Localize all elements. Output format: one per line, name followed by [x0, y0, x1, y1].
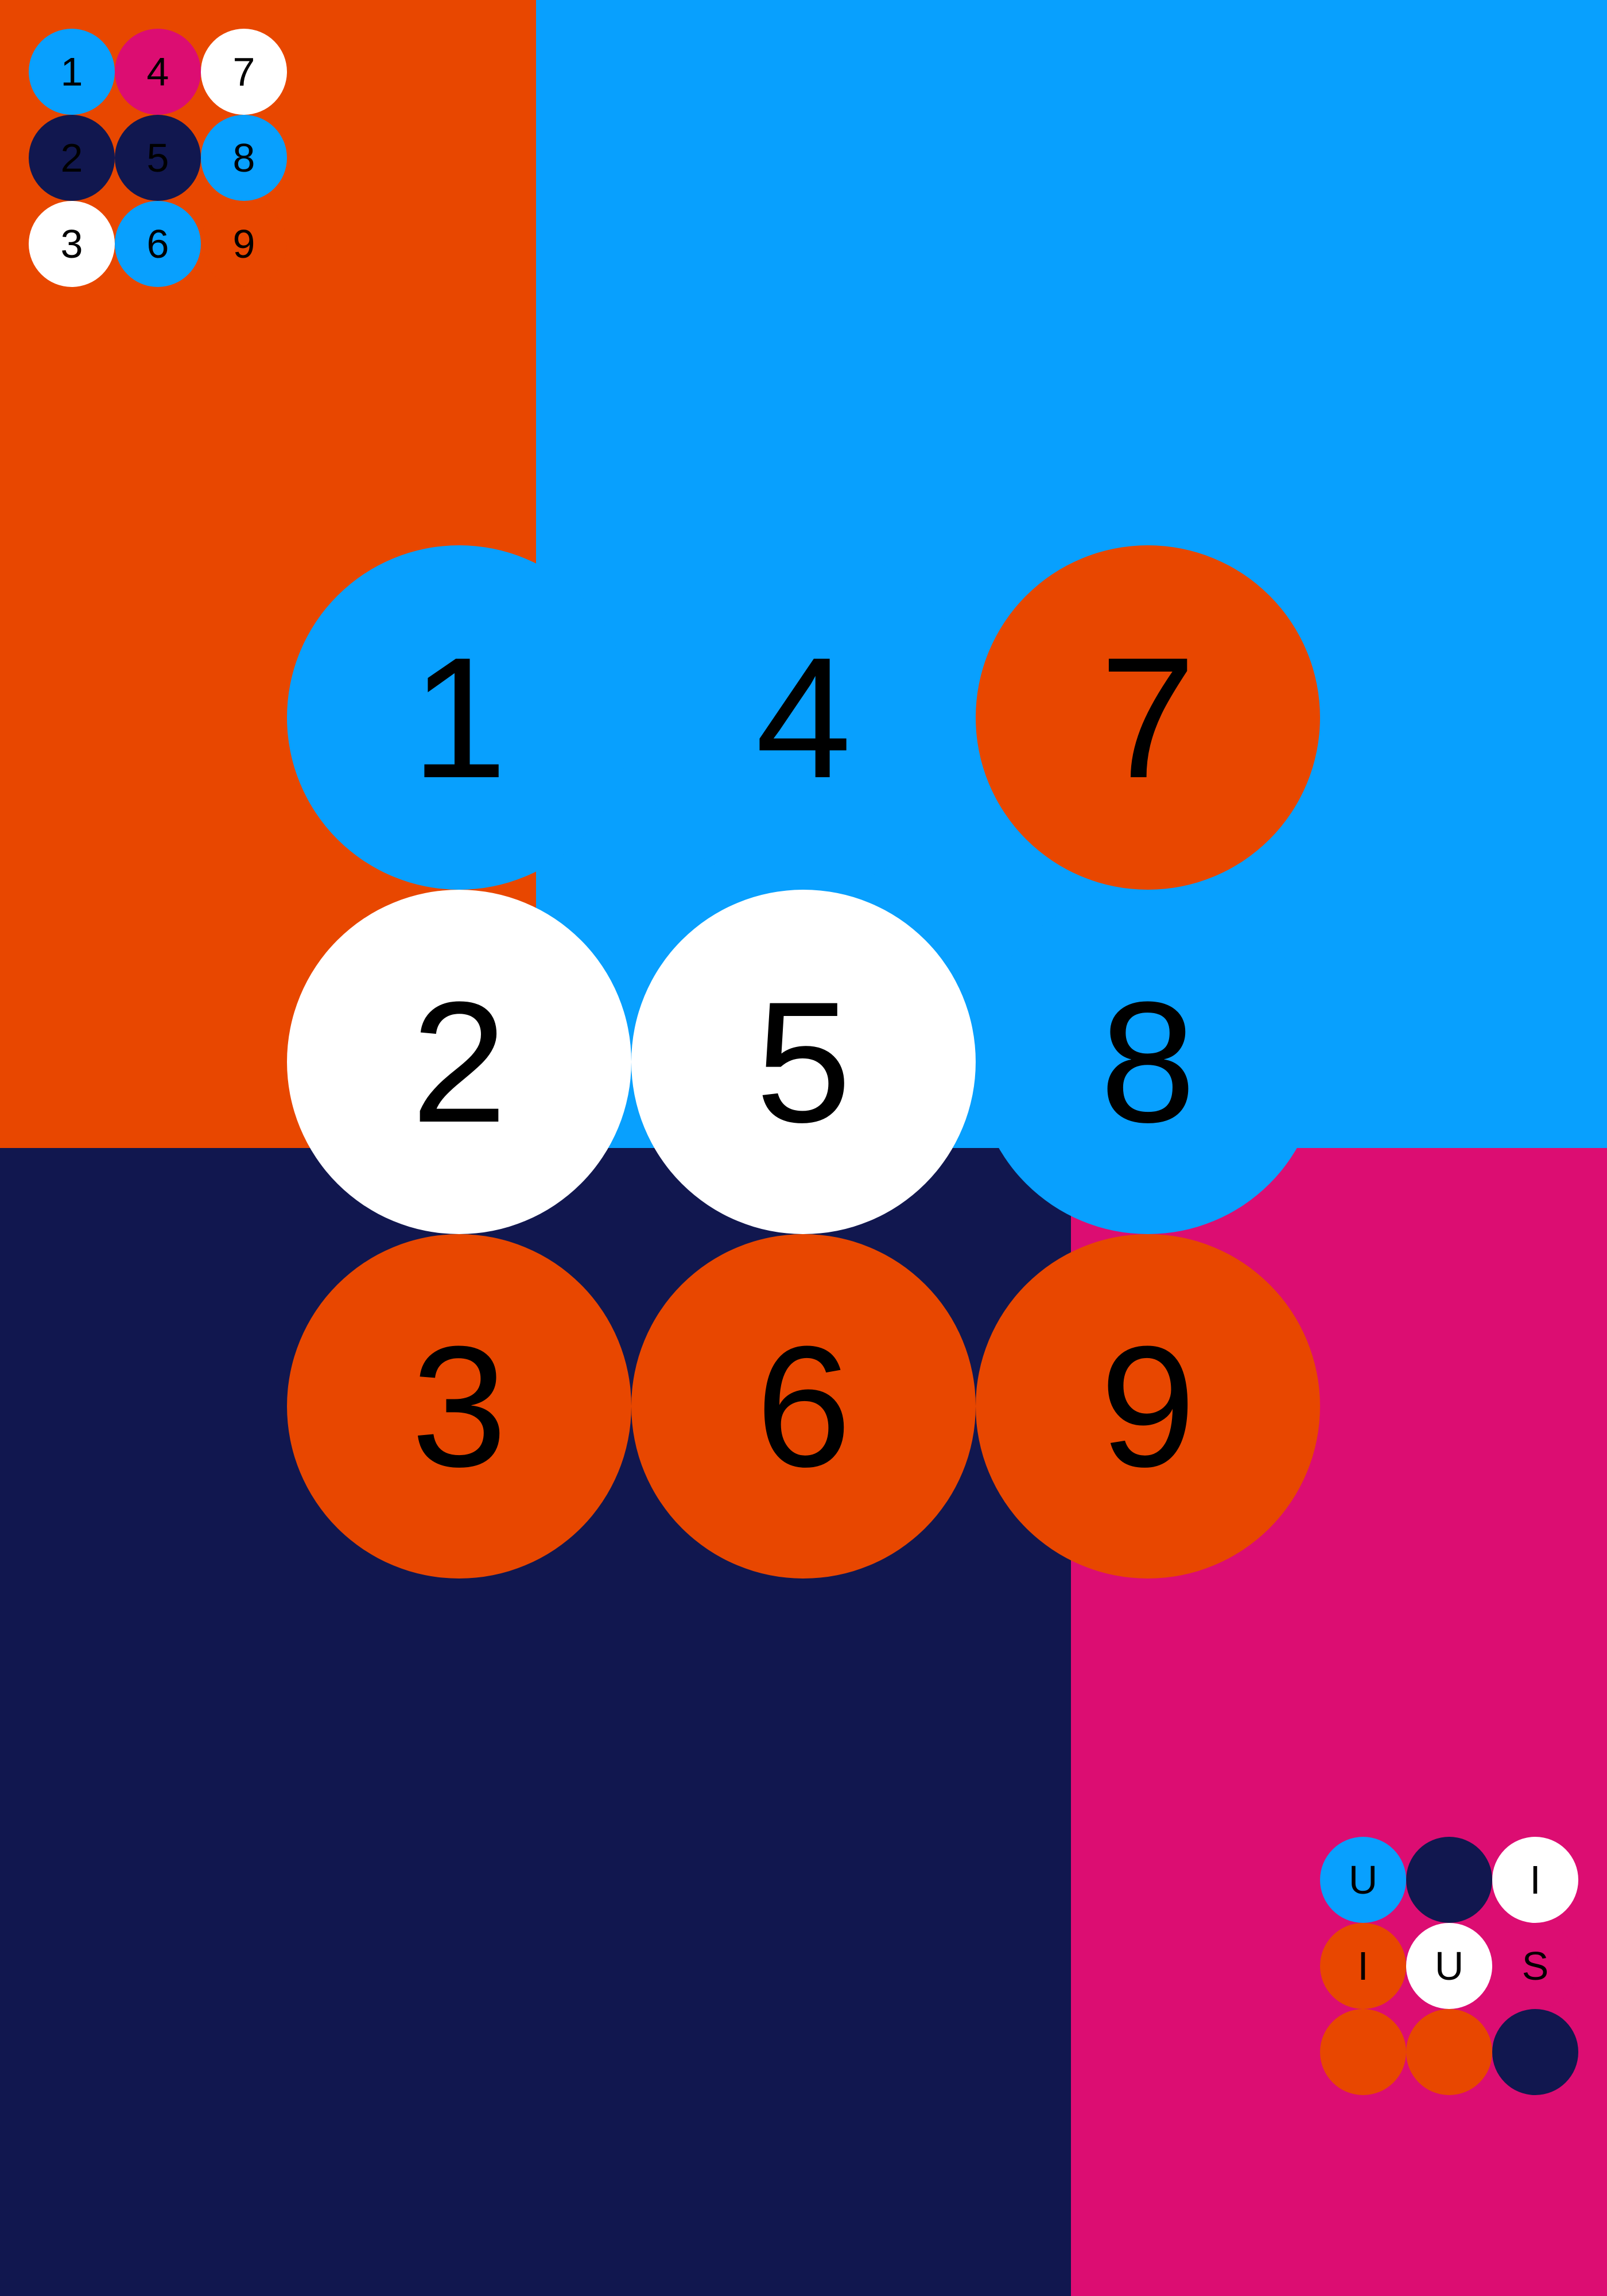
- legend-number: 5: [146, 135, 169, 180]
- number-circle: 5: [631, 890, 976, 1234]
- logo-circle: [1492, 2009, 1578, 2095]
- logo-circle: I: [1320, 1923, 1406, 2009]
- logo-letter: S: [1521, 1944, 1549, 1988]
- logo-letter: U: [1434, 1944, 1464, 1988]
- number-label: 5: [755, 965, 852, 1158]
- legend-number: 3: [60, 222, 83, 266]
- legend-circle: 6: [115, 201, 201, 287]
- logo-letter: I: [1530, 1857, 1541, 1902]
- number-circle: 1: [287, 545, 631, 890]
- number-circle: 8: [976, 890, 1320, 1234]
- logo-circle: S: [1492, 1923, 1578, 2009]
- legend-circle: 4: [115, 29, 201, 115]
- legend-number: 6: [146, 222, 169, 266]
- logo-circle: U: [1320, 1837, 1406, 1923]
- number-circle: 6: [631, 1234, 976, 1578]
- legend-circle: 8: [201, 115, 287, 201]
- legend-circle: 9: [201, 201, 287, 287]
- logo-circle: [1406, 1837, 1492, 1923]
- number-label: 8: [1100, 965, 1196, 1158]
- number-circle: 2: [287, 890, 631, 1234]
- number-label: 6: [755, 1310, 852, 1503]
- number-label: 4: [755, 621, 852, 814]
- number-label: 7: [1100, 621, 1196, 814]
- number-label: 2: [411, 965, 507, 1158]
- logo-circle: [1320, 2009, 1406, 2095]
- legend-circle: 2: [29, 115, 115, 201]
- legend-number: 9: [232, 222, 255, 266]
- logo-letter: U: [1348, 1857, 1378, 1902]
- legend-number: 2: [60, 135, 83, 180]
- legend-circle: 5: [115, 115, 201, 201]
- number-label: 1: [411, 621, 507, 814]
- logo-circle: U: [1406, 1923, 1492, 2009]
- number-circle: 9: [976, 1234, 1320, 1578]
- legend-number: 8: [232, 135, 255, 180]
- legend-number: 7: [232, 49, 255, 94]
- legend-number: 4: [146, 49, 169, 94]
- number-circle: 3: [287, 1234, 631, 1578]
- legend-circle: 1: [29, 29, 115, 115]
- legend-number: 1: [60, 49, 83, 94]
- number-circle: 7: [976, 545, 1320, 890]
- number-circle: 4: [631, 545, 976, 890]
- logo-letter: I: [1357, 1944, 1369, 1988]
- logo-circle: I: [1492, 1837, 1578, 1923]
- logo-circle: [1406, 2009, 1492, 2095]
- legend-circle: 7: [201, 29, 287, 115]
- legend-circle: 3: [29, 201, 115, 287]
- number-label: 3: [411, 1310, 507, 1503]
- number-label: 9: [1100, 1310, 1196, 1503]
